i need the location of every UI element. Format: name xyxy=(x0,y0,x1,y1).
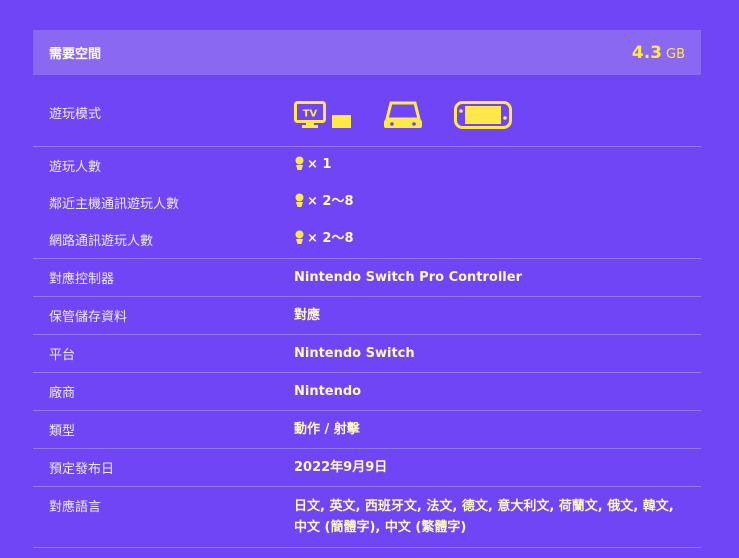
detail-row: 廠商 Nintendo xyxy=(33,373,701,411)
tabletop-mode-icon xyxy=(382,101,424,136)
detail-label: 預定發布日 xyxy=(49,462,115,477)
players-row: 遊玩人數 × 1 xyxy=(33,147,701,184)
detail-label: 平台 xyxy=(49,348,76,363)
detail-value: Nintendo Switch Pro Controller xyxy=(294,270,522,285)
detail-row: 對應控制器 Nintendo Switch Pro Controller xyxy=(33,259,701,297)
players-value: × 2～8 xyxy=(294,191,701,214)
players-count: × 2～8 xyxy=(307,194,354,209)
players-label: 鄰近主機通訊遊玩人數 xyxy=(49,197,180,212)
storage-bar: 需要空間 4.3 GB xyxy=(33,30,701,75)
players-label: 遊玩人數 xyxy=(49,160,102,175)
detail-value: 對應 xyxy=(294,308,321,323)
players-row: 網路通訊遊玩人數 × 2～8 xyxy=(33,221,701,259)
detail-label: 對應語言 xyxy=(49,500,102,515)
players-row: 鄰近主機通訊遊玩人數 × 2～8 xyxy=(33,184,701,221)
detail-row: 保管儲存資料 對應 xyxy=(33,297,701,335)
detail-row: 預定發布日 2022年9月9日 xyxy=(33,449,701,487)
storage-value: 4.3 GB xyxy=(632,43,685,63)
detail-label: 廠商 xyxy=(49,386,76,401)
play-modes-icons: TV xyxy=(294,75,701,136)
game-info-panel: 需要空間 4.3 GB 遊玩模式 TV 遊玩人數 × 1 鄰近主機通訊遊玩人數 … xyxy=(33,30,701,548)
detail-label: 對應控制器 xyxy=(49,272,115,287)
storage-unit: GB xyxy=(666,46,685,62)
players-value: × 1 xyxy=(294,154,701,177)
players-count: × 1 xyxy=(307,157,332,172)
person-icon xyxy=(294,193,305,214)
person-icon xyxy=(294,230,305,251)
person-icon xyxy=(294,156,305,177)
storage-number: 4.3 xyxy=(631,42,662,63)
storage-label: 需要空間 xyxy=(49,47,102,62)
detail-value: Nintendo Switch xyxy=(294,346,415,361)
detail-value: 日文, 英文, 西班牙文, 法文, 德文, 意大利文, 荷蘭文, 俄文, 韓文,… xyxy=(294,499,674,535)
handheld-mode-icon xyxy=(454,101,512,136)
play-modes-row: 遊玩模式 TV xyxy=(33,75,701,147)
detail-row: 類型 動作 / 射擊 xyxy=(33,411,701,449)
detail-value: Nintendo xyxy=(294,384,362,399)
detail-value: 2022年9月9日 xyxy=(294,460,388,475)
detail-value: 動作 / 射擊 xyxy=(294,422,360,437)
detail-label: 類型 xyxy=(49,424,76,439)
players-label: 網路通訊遊玩人數 xyxy=(49,234,154,249)
players-value: × 2～8 xyxy=(294,228,701,251)
detail-label: 保管儲存資料 xyxy=(49,310,128,325)
tv-mode-icon: TV xyxy=(294,101,352,136)
detail-row: 平台 Nintendo Switch xyxy=(33,335,701,373)
play-modes-label: 遊玩模式 xyxy=(49,107,102,122)
players-count: × 2～8 xyxy=(307,231,354,246)
tv-mode-text: TV xyxy=(303,109,318,120)
detail-row: 對應語言 日文, 英文, 西班牙文, 法文, 德文, 意大利文, 荷蘭文, 俄文,… xyxy=(33,487,701,548)
